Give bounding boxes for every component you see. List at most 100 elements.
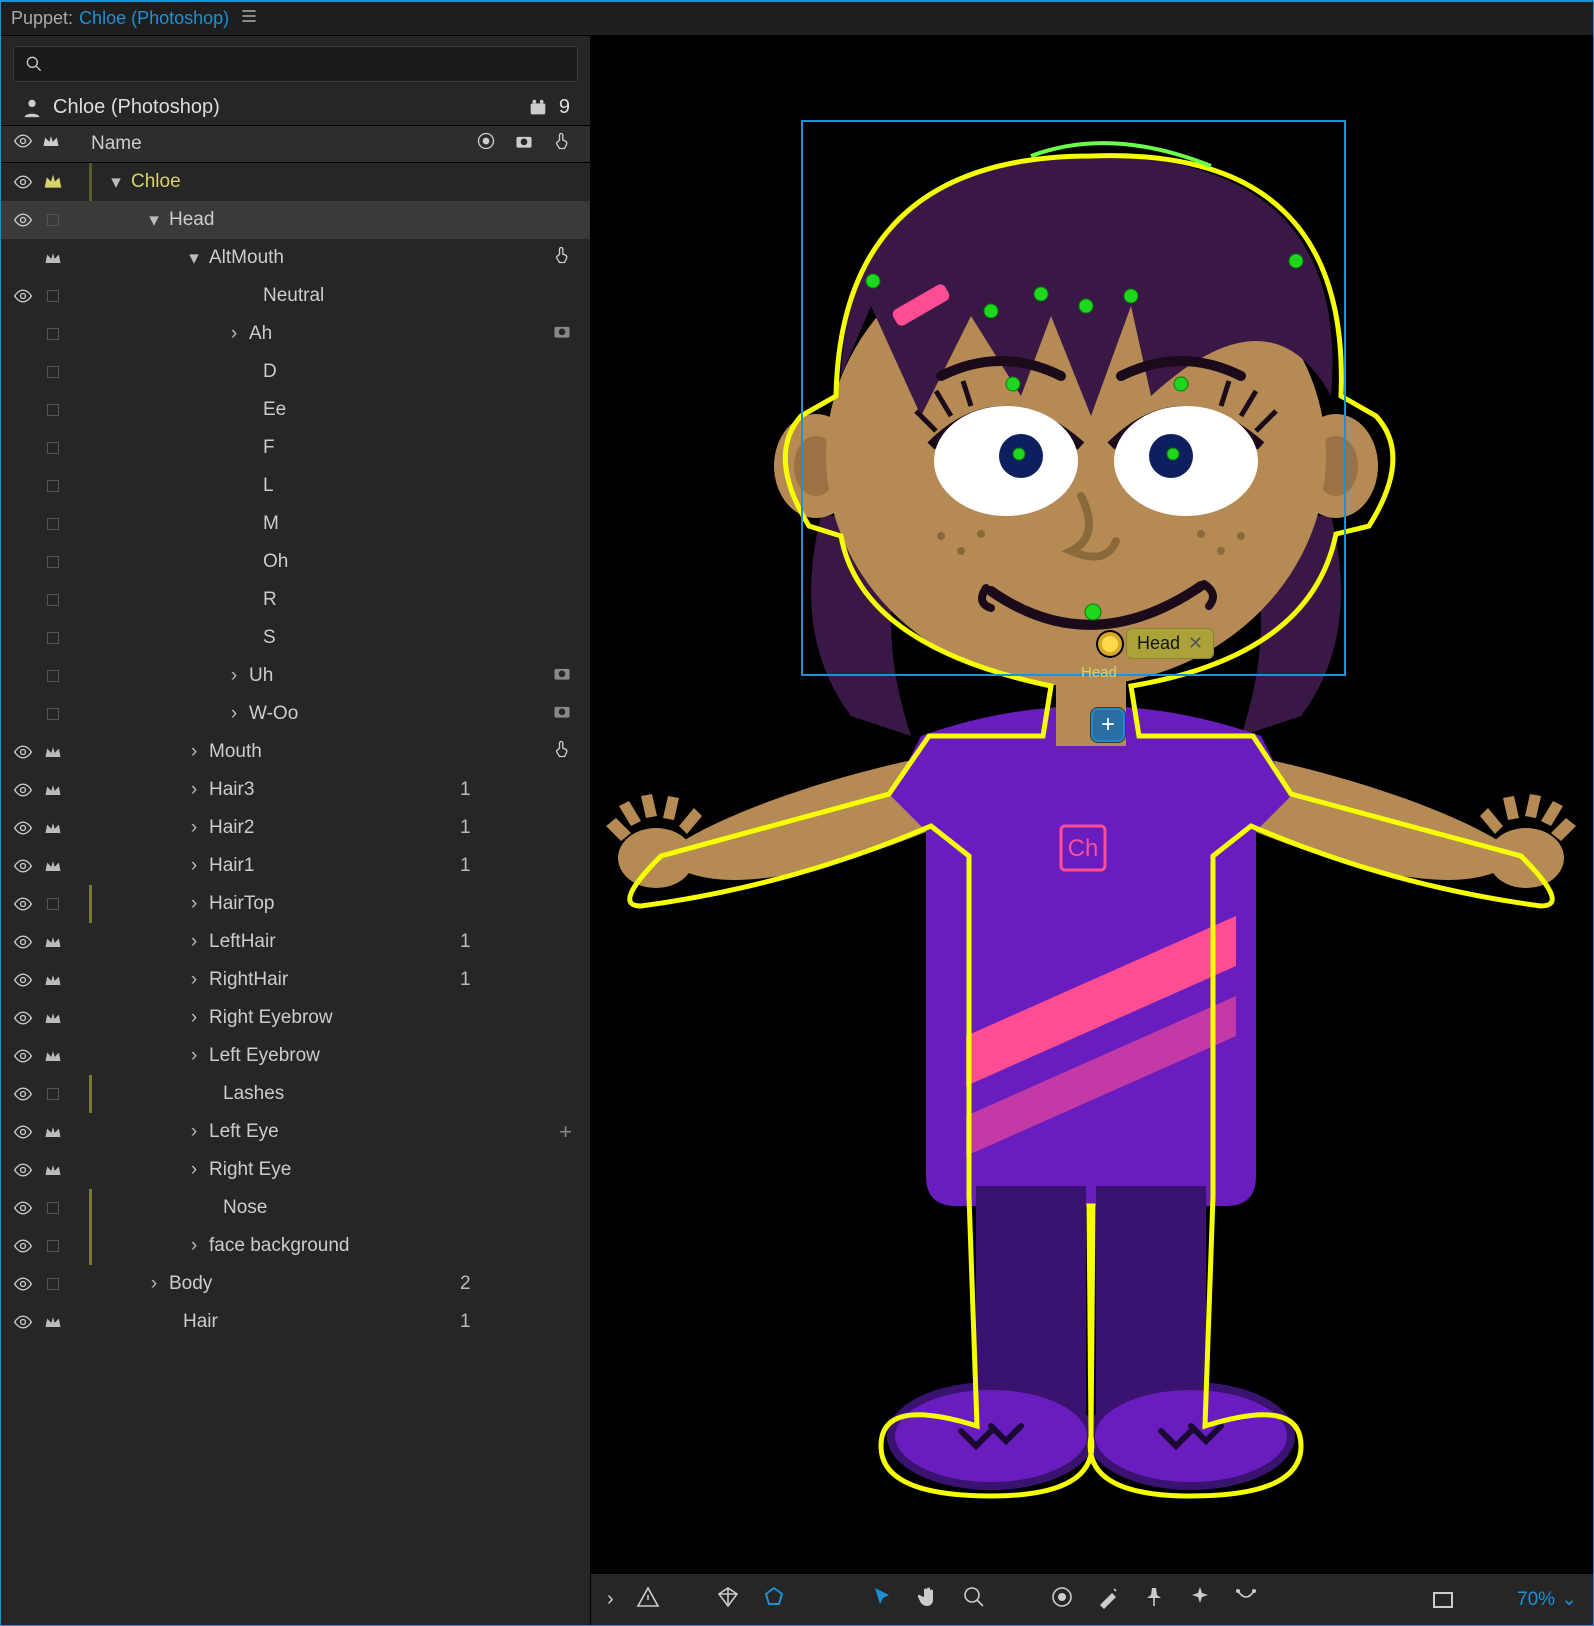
chevron-right-icon[interactable]: › [227, 323, 241, 345]
row-oh[interactable]: Oh [1, 543, 590, 581]
camera-icon[interactable] [552, 321, 572, 347]
row-hair2[interactable]: ›Hair21 [1, 809, 590, 847]
pin-icon[interactable] [1142, 1585, 1166, 1614]
chevron-down-icon[interactable]: ▾ [109, 171, 123, 194]
record-col-icon[interactable] [476, 131, 496, 157]
chevron-right-icon[interactable]: › [187, 741, 201, 763]
row-right-eyebrow[interactable]: › Right Eyebrow [1, 999, 590, 1037]
row-hair1[interactable]: ›Hair11 [1, 847, 590, 885]
search-input-wrap[interactable] [13, 46, 578, 82]
arrow-tool-icon[interactable] [870, 1585, 894, 1614]
row-ah[interactable]: ›Ah [1, 315, 590, 353]
chevron-down-icon[interactable]: ⌄ [1561, 1588, 1577, 1611]
chevron-right-icon[interactable]: › [187, 1159, 201, 1181]
row-label: Hair1 [209, 855, 254, 877]
row-facebg[interactable]: ›face background [1, 1227, 590, 1265]
row-l[interactable]: L [1, 467, 590, 505]
row-altmouth[interactable]: ▾ AltMouth [1, 239, 590, 277]
touch-icon[interactable] [552, 739, 572, 765]
row-hair[interactable]: Hair1 [1, 1303, 590, 1341]
sparkle-icon[interactable] [1188, 1585, 1212, 1614]
chevron-right-icon[interactable]: › [187, 1045, 201, 1067]
row-label: Mouth [209, 741, 262, 763]
mesh-icon[interactable] [716, 1585, 740, 1614]
row-neutral[interactable]: Neutral [1, 277, 590, 315]
hand-tool-icon[interactable] [916, 1585, 940, 1614]
row-woo[interactable]: › W-Oo [1, 695, 590, 733]
chevron-right-icon[interactable]: › [147, 1273, 161, 1295]
chevron-down-icon[interactable]: ▾ [187, 247, 201, 270]
chevron-right-icon[interactable]: › [187, 1007, 201, 1029]
row-chloe[interactable]: ▾ Chloe [1, 163, 590, 201]
warning-icon[interactable] [636, 1585, 660, 1614]
row-mouth[interactable]: › Mouth [1, 733, 590, 771]
row-label: W-Oo [249, 703, 298, 725]
dangle-icon[interactable] [1234, 1585, 1258, 1614]
row-label: M [263, 513, 279, 535]
row-lashes[interactable]: Lashes [1, 1075, 590, 1113]
row-hair3[interactable]: ›Hair31 [1, 771, 590, 809]
row-uh[interactable]: ›Uh [1, 657, 590, 695]
zoom-level[interactable]: 70%⌄ [1517, 1588, 1577, 1611]
row-hairtop[interactable]: ›HairTop [1, 885, 590, 923]
row-righthair[interactable]: ›RightHair1 [1, 961, 590, 999]
camera-icon[interactable] [552, 663, 572, 689]
chevron-right-icon[interactable]: › [187, 931, 201, 953]
row-label: D [263, 361, 277, 383]
origin-handle-icon[interactable] [1096, 630, 1124, 658]
head-tag[interactable]: Head✕ [1096, 628, 1214, 659]
record-icon[interactable] [1050, 1585, 1074, 1614]
panel-menu-icon[interactable] [239, 6, 259, 31]
puppet-header[interactable]: Chloe (Photoshop) 9 [1, 90, 590, 125]
row-s[interactable]: S [1, 619, 590, 657]
polygon-icon[interactable] [762, 1585, 786, 1614]
camera-col-icon[interactable] [514, 131, 534, 157]
row-left-eyebrow[interactable]: ›Left Eyebrow [1, 1037, 590, 1075]
wand-icon[interactable] [1096, 1585, 1120, 1614]
row-label: Right Eyebrow [209, 1007, 333, 1029]
touch-col-icon[interactable] [552, 131, 572, 157]
row-lefthair[interactable]: ›LeftHair1 [1, 923, 590, 961]
chevron-right-icon[interactable]: › [187, 1235, 201, 1257]
chevron-right-icon[interactable]: › [187, 969, 201, 991]
svg-text:Ch: Ch [1068, 835, 1099, 862]
row-label: Chloe [131, 171, 181, 193]
search-input[interactable] [44, 55, 567, 73]
stage-viewport[interactable]: Ch [591, 36, 1593, 1625]
visibility-col-icon[interactable] [13, 131, 33, 157]
row-label: Hair [183, 1311, 218, 1333]
row-body[interactable]: ›Body2 [1, 1265, 590, 1303]
row-head[interactable]: ▾ Head [1, 201, 590, 239]
puppet-title-link[interactable]: Chloe (Photoshop) [79, 8, 229, 29]
add-icon[interactable]: + [559, 1119, 572, 1145]
chevron-right-icon[interactable]: › [187, 817, 201, 839]
row-r[interactable]: R [1, 581, 590, 619]
chevron-right-icon[interactable]: › [187, 855, 201, 877]
row-right-eye[interactable]: ›Right Eye [1, 1151, 590, 1189]
row-nose[interactable]: Nose [1, 1189, 590, 1227]
zoom-tool-icon[interactable] [962, 1585, 986, 1614]
color-swatch[interactable] [1433, 1592, 1453, 1608]
crown-col-icon[interactable] [41, 131, 61, 157]
add-handle-button[interactable]: + [1091, 708, 1125, 742]
chevron-right-icon[interactable]: › [187, 779, 201, 801]
touch-icon[interactable] [552, 245, 572, 271]
row-label: Hair3 [209, 779, 254, 801]
selection-box[interactable] [801, 120, 1346, 676]
row-label: Nose [223, 1197, 267, 1219]
chevron-right-icon[interactable]: › [227, 665, 241, 687]
row-f[interactable]: F [1, 429, 590, 467]
close-icon[interactable]: ✕ [1188, 633, 1203, 654]
chevron-right-icon[interactable]: › [227, 703, 241, 725]
row-d[interactable]: D [1, 353, 590, 391]
chevron-right-icon[interactable]: › [187, 1121, 201, 1143]
row-label: LeftHair [209, 931, 276, 953]
row-m[interactable]: M [1, 505, 590, 543]
row-left-eye[interactable]: ›Left Eye+ [1, 1113, 590, 1151]
chevron-down-icon[interactable]: ▾ [147, 209, 161, 232]
camera-icon[interactable] [552, 701, 572, 727]
chevron-right-icon[interactable]: › [607, 1588, 614, 1611]
row-ee[interactable]: Ee [1, 391, 590, 429]
chevron-right-icon[interactable]: › [187, 893, 201, 915]
column-header: Name [1, 125, 590, 163]
